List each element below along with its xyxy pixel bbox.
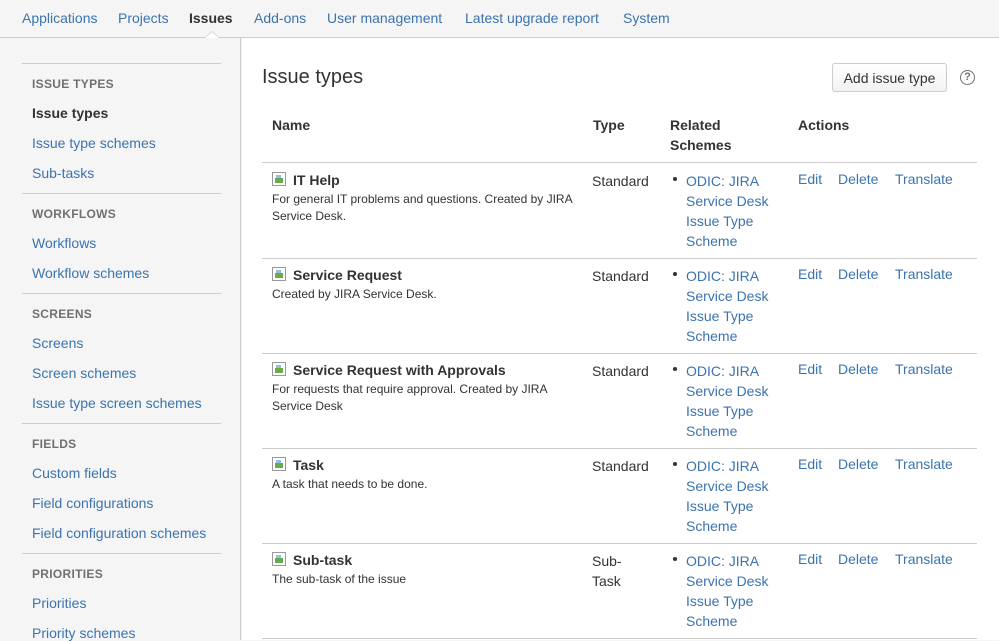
sidebar-item-field-configurations[interactable]: Field configurations	[32, 495, 153, 511]
sidebar-item-field-configuration-schemes[interactable]: Field configuration schemes	[32, 525, 206, 541]
active-tab-indicator	[204, 31, 220, 38]
edit-link[interactable]: Edit	[798, 456, 822, 472]
add-issue-type-button[interactable]: Add issue type	[832, 63, 947, 92]
bullet-icon	[673, 177, 677, 181]
issue-type-name: Service Request with Approvals	[293, 362, 506, 378]
sidebar-item-screens[interactable]: Screens	[32, 335, 83, 351]
admin-sidebar: ISSUE TYPES Issue types Issue type schem…	[2, 38, 241, 641]
sidebar-item-issue-type-screen-schemes[interactable]: Issue type screen schemes	[32, 395, 202, 411]
sidebar-item-priorities[interactable]: Priorities	[32, 595, 86, 611]
issue-type-kind: Standard	[592, 268, 649, 284]
issue-type-description: Created by JIRA Service Desk.	[272, 287, 437, 301]
sidebar-item-sub-tasks[interactable]: Sub-tasks	[32, 165, 94, 181]
related-scheme-link[interactable]: ODIC: JIRA Service Desk Issue Type Schem…	[686, 456, 776, 536]
delete-link[interactable]: Delete	[838, 361, 878, 377]
sidebar-group-workflows	[22, 193, 221, 194]
tab-system[interactable]: System	[623, 10, 670, 26]
issue-type-image-icon	[272, 362, 286, 376]
delete-link[interactable]: Delete	[838, 266, 878, 282]
sidebar-item-workflow-schemes[interactable]: Workflow schemes	[32, 265, 149, 281]
tab-user-management[interactable]: User management	[327, 10, 442, 26]
tab-latest-upgrade-report[interactable]: Latest upgrade report	[465, 10, 599, 26]
delete-link[interactable]: Delete	[838, 456, 878, 472]
issue-type-name: Sub-task	[293, 552, 353, 568]
issue-type-kind: Standard	[592, 173, 649, 189]
translate-link[interactable]: Translate	[895, 551, 953, 567]
sidebar-heading-screens: SCREENS	[32, 307, 93, 321]
sidebar-item-workflows[interactable]: Workflows	[32, 235, 96, 251]
sidebar-group-fields	[22, 423, 221, 424]
main-content: Issue types Add issue type ? Name Type R…	[242, 38, 999, 640]
related-scheme-link[interactable]: ODIC: JIRA Service Desk Issue Type Schem…	[686, 171, 776, 251]
sidebar-item-issue-types[interactable]: Issue types	[32, 105, 108, 121]
top-nav: Applications Projects Issues Add-ons Use…	[0, 0, 999, 38]
help-icon[interactable]: ?	[960, 70, 975, 85]
sidebar-group-priorities	[22, 553, 221, 554]
bullet-icon	[673, 272, 677, 276]
tab-issues[interactable]: Issues	[189, 10, 233, 26]
issue-type-image-icon	[272, 172, 286, 186]
column-header-name: Name	[272, 117, 311, 133]
translate-link[interactable]: Translate	[895, 171, 953, 187]
table-row: Task A task that needs to be done. Stand…	[262, 448, 977, 544]
bullet-icon	[673, 462, 677, 466]
page-title: Issue types	[262, 66, 364, 88]
issue-type-kind: Standard	[592, 363, 649, 379]
table-row: Sub-task The sub-task of the issue Sub-T…	[262, 543, 977, 639]
edit-link[interactable]: Edit	[798, 361, 822, 377]
column-header-actions: Actions	[798, 117, 850, 133]
sidebar-heading-workflows: WORKFLOWS	[32, 207, 117, 221]
table-row: Service Request Created by JIRA Service …	[262, 258, 977, 354]
translate-link[interactable]: Translate	[895, 266, 953, 282]
sidebar-item-priority-schemes[interactable]: Priority schemes	[32, 625, 135, 641]
issue-type-image-icon	[272, 457, 286, 471]
issue-type-description: For requests that require approval. Crea…	[272, 382, 547, 413]
tab-add-ons[interactable]: Add-ons	[254, 10, 306, 26]
issue-type-name: IT Help	[293, 172, 340, 188]
table-row: Service Request with Approvals For reque…	[262, 353, 977, 449]
tab-applications[interactable]: Applications	[22, 10, 98, 26]
sidebar-group-issue-types	[22, 63, 221, 64]
sidebar-group-screens	[22, 293, 221, 294]
bullet-icon	[673, 557, 677, 561]
delete-link[interactable]: Delete	[838, 551, 878, 567]
table-row: IT Help For general IT problems and ques…	[262, 163, 977, 259]
related-scheme-link[interactable]: ODIC: JIRA Service Desk Issue Type Schem…	[686, 361, 776, 441]
issue-type-name: Service Request	[293, 267, 402, 283]
issue-type-description: The sub-task of the issue	[272, 572, 407, 586]
related-scheme-link[interactable]: ODIC: JIRA Service Desk Issue Type Schem…	[686, 266, 776, 346]
translate-link[interactable]: Translate	[895, 456, 953, 472]
related-scheme-link[interactable]: ODIC: JIRA Service Desk Issue Type Schem…	[686, 551, 776, 631]
column-header-type: Type	[593, 117, 625, 133]
column-header-related-schemes: Related Schemes	[670, 117, 732, 153]
edit-link[interactable]: Edit	[798, 551, 822, 567]
sidebar-heading-priorities: PRIORITIES	[32, 567, 104, 581]
issue-type-kind: Sub-Task	[592, 553, 622, 589]
edit-link[interactable]: Edit	[798, 266, 822, 282]
issue-type-image-icon	[272, 552, 286, 566]
sidebar-heading-issue-types: ISSUE TYPES	[32, 77, 114, 91]
tab-projects[interactable]: Projects	[118, 10, 169, 26]
translate-link[interactable]: Translate	[895, 361, 953, 377]
sidebar-item-custom-fields[interactable]: Custom fields	[32, 465, 117, 481]
delete-link[interactable]: Delete	[838, 171, 878, 187]
issue-type-description: A task that needs to be done.	[272, 477, 428, 491]
bullet-icon	[673, 367, 677, 371]
sidebar-item-screen-schemes[interactable]: Screen schemes	[32, 365, 136, 381]
issue-type-name: Task	[293, 457, 324, 473]
sidebar-item-issue-type-schemes[interactable]: Issue type schemes	[32, 135, 156, 151]
edit-link[interactable]: Edit	[798, 171, 822, 187]
issue-type-kind: Standard	[592, 458, 649, 474]
issue-type-description: For general IT problems and questions. C…	[272, 192, 572, 223]
issue-type-image-icon	[272, 267, 286, 281]
sidebar-heading-fields: FIELDS	[32, 437, 77, 451]
